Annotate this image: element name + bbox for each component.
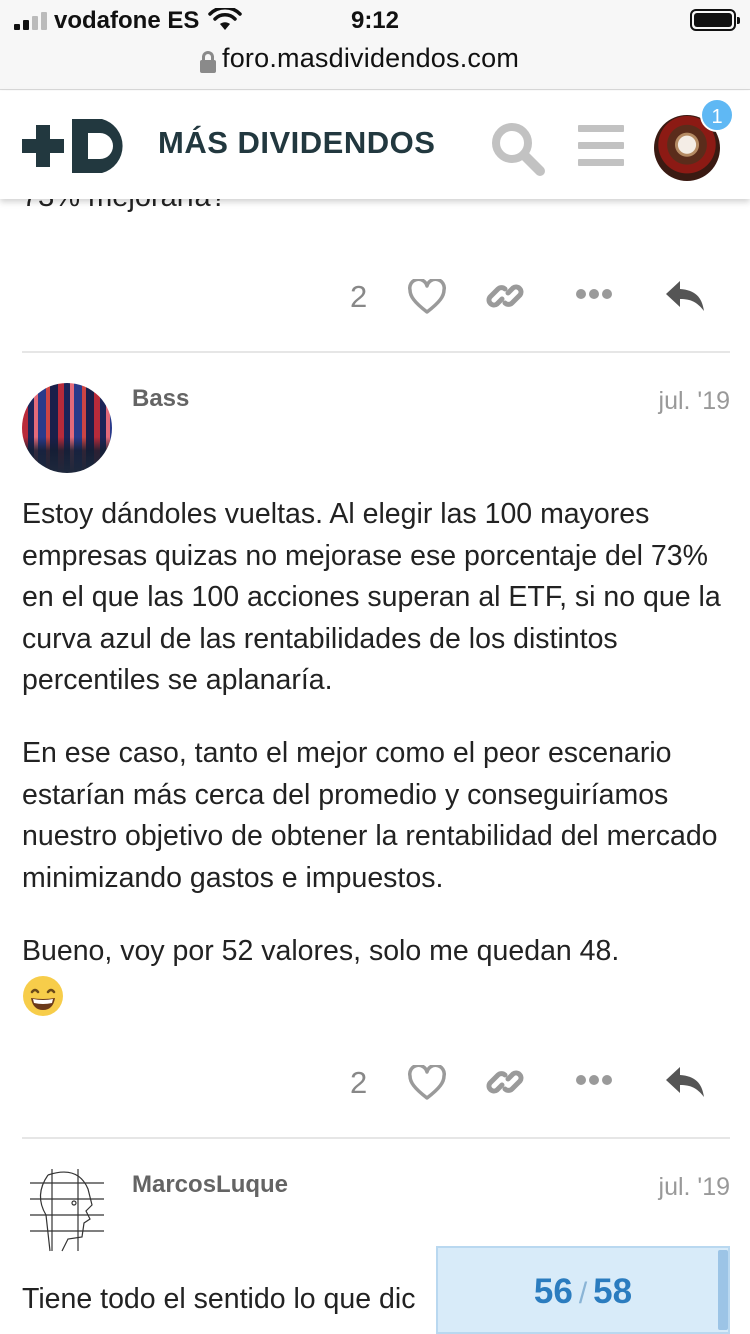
post-username[interactable]: MarcosLuque bbox=[132, 1171, 288, 1199]
post-date[interactable]: jul. '19 bbox=[659, 387, 730, 416]
heart-icon[interactable] bbox=[408, 279, 446, 315]
post-paragraph: Estoy dándoles vueltas. Al elegir las 10… bbox=[22, 498, 721, 696]
progress-counter[interactable]: 56/58 bbox=[438, 1272, 728, 1312]
progress-current: 56 bbox=[533, 1272, 573, 1311]
topic-stream: 73% mejoraría? 2 Bass jul. '19 Estoy dán… bbox=[0, 199, 750, 1334]
post-paragraph: En ese caso, tanto el mejor como el peor… bbox=[22, 737, 718, 894]
lock-icon bbox=[200, 51, 216, 73]
url-text[interactable]: foro.masdividendos.com bbox=[222, 43, 519, 74]
avatar[interactable] bbox=[22, 383, 112, 473]
post-username[interactable]: Bass bbox=[132, 385, 189, 413]
site-logo-icon[interactable] bbox=[22, 117, 136, 175]
more-icon[interactable] bbox=[576, 1075, 614, 1087]
avatar[interactable] bbox=[22, 1165, 112, 1255]
link-icon[interactable] bbox=[486, 277, 524, 315]
reply-icon[interactable] bbox=[664, 279, 706, 313]
post-date[interactable]: jul. '19 bbox=[659, 1173, 730, 1202]
post-divider bbox=[22, 351, 730, 353]
progress-total: 58 bbox=[593, 1272, 633, 1311]
clock: 9:12 bbox=[350, 7, 400, 34]
search-icon[interactable] bbox=[490, 121, 546, 177]
scrollbar-thumb[interactable] bbox=[718, 1250, 728, 1330]
post-divider bbox=[22, 1137, 730, 1139]
heart-icon[interactable] bbox=[408, 1065, 446, 1101]
status-bar: vodafone ES 9:12 bbox=[0, 0, 750, 42]
url-bar[interactable]: foro.masdividendos.com bbox=[0, 42, 750, 90]
more-icon[interactable] bbox=[576, 289, 614, 301]
link-icon[interactable] bbox=[486, 1063, 524, 1101]
like-count[interactable]: 2 bbox=[350, 279, 367, 315]
progress-separator: / bbox=[578, 1277, 588, 1310]
site-brand[interactable]: MÁS DIVIDENDOS bbox=[158, 125, 435, 161]
like-count[interactable]: 2 bbox=[350, 1065, 367, 1101]
battery-icon bbox=[690, 9, 740, 31]
site-header: MÁS DIVIDENDOS bbox=[0, 91, 750, 199]
grinning-face-icon bbox=[23, 976, 63, 1016]
topic-progress[interactable]: 56/58 bbox=[436, 1246, 730, 1334]
previous-post-text: 73% mejoraría? bbox=[22, 199, 227, 214]
notification-badge[interactable]: 1 bbox=[700, 98, 734, 132]
post-actions: 2 bbox=[0, 267, 750, 327]
menu-icon[interactable] bbox=[576, 125, 628, 169]
post-actions: 2 bbox=[0, 1053, 750, 1113]
reply-icon[interactable] bbox=[664, 1065, 706, 1099]
post-paragraph: Bueno, voy por 52 valores, solo me queda… bbox=[22, 935, 620, 967]
